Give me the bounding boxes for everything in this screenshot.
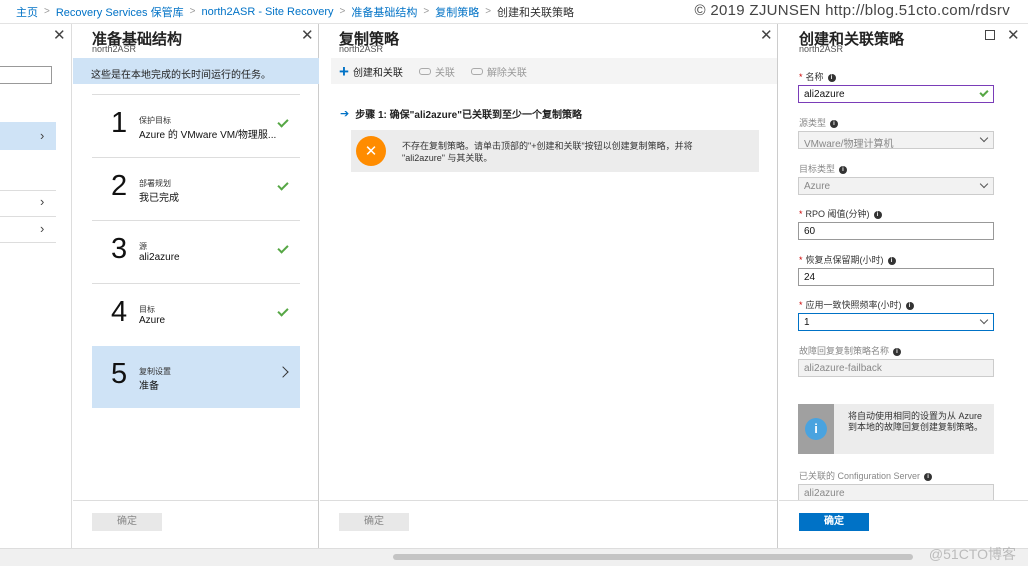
- checkmark-icon: [277, 305, 289, 317]
- ok-button[interactable]: 确定: [339, 513, 409, 531]
- blade-footer: 确定: [779, 500, 1028, 548]
- horizontal-scrollbar[interactable]: [0, 548, 1028, 566]
- collapsed-blade: ✕ › › ›: [0, 24, 72, 548]
- rpo-field[interactable]: 60: [798, 222, 994, 240]
- step-target[interactable]: 4 目标 Azure: [92, 283, 300, 345]
- name-label: * 名称 i: [799, 70, 836, 83]
- breadcrumb-home[interactable]: 主页: [16, 4, 38, 20]
- search-input[interactable]: [0, 66, 52, 84]
- ok-button[interactable]: 确定: [799, 513, 869, 531]
- chevron-right-icon: [277, 366, 289, 378]
- target-type-label: 目标类型 i: [799, 162, 848, 175]
- blade-subtitle: north2ASR: [92, 44, 137, 54]
- replication-policy-blade: 复制策略 north2ASR ✕ + 创建和关联 关联 解除关联 ➔ 步骤 1:…: [320, 24, 778, 548]
- close-icon[interactable]: ✕: [1007, 28, 1020, 43]
- retention-field[interactable]: 24: [798, 268, 994, 286]
- info-banner: 这些是在本地完成的长时间运行的任务。: [73, 58, 319, 84]
- failback-info-box: i 将自动使用相同的设置为从 Azure 到本地的故障回复创建复制策略。: [798, 404, 994, 454]
- toolbar: + 创建和关联 关联 解除关联: [331, 58, 777, 84]
- blade-subtitle: north2ASR: [799, 44, 844, 54]
- close-icon[interactable]: ✕: [760, 28, 773, 43]
- close-icon[interactable]: ✕: [53, 28, 66, 43]
- failback-policy-field[interactable]: ali2azure-failback: [798, 359, 994, 377]
- name-field[interactable]: ali2azure: [798, 85, 994, 103]
- plus-icon: +: [339, 61, 349, 81]
- chevron-right-icon[interactable]: ›: [40, 194, 44, 209]
- retention-label: * 恢复点保留期(小时) i: [799, 253, 896, 266]
- step-source[interactable]: 3 源 ali2azure: [92, 220, 300, 282]
- target-type-select[interactable]: Azure: [798, 177, 994, 195]
- create-associate-button[interactable]: + 创建和关联: [339, 63, 403, 80]
- chevron-down-icon: [979, 179, 989, 189]
- watermark-51cto: @51CTO博客: [928, 546, 1016, 562]
- maximize-icon[interactable]: [985, 30, 995, 40]
- checkmark-icon: [979, 87, 989, 98]
- tools-icon: ✕: [356, 136, 386, 166]
- associate-button[interactable]: 关联: [418, 64, 455, 79]
- breadcrumb-prepare-infra[interactable]: 准备基础结构: [351, 4, 417, 20]
- link-icon: [418, 67, 431, 75]
- snapshot-frequency-label: * 应用一致快照频率(小时) i: [799, 298, 914, 311]
- rpo-label: * RPO 阈值(分钟) i: [799, 207, 882, 220]
- watermark: © 2019 ZJUNSEN http://blog.51cto.com/rds…: [694, 2, 1010, 19]
- dissociate-button[interactable]: 解除关联: [470, 64, 527, 79]
- breadcrumb-site-recovery[interactable]: north2ASR - Site Recovery: [201, 6, 333, 18]
- source-type-select[interactable]: VMware/物理计算机: [798, 131, 994, 150]
- step-deployment-planning[interactable]: 2 部署规划 我已完成: [92, 157, 300, 219]
- prepare-infrastructure-blade: 准备基础结构 north2ASR ✕ 这些是在本地完成的长时间运行的任务。 1 …: [73, 24, 319, 548]
- chevron-right-icon[interactable]: ›: [40, 128, 44, 143]
- source-type-label: 源类型 i: [799, 116, 839, 129]
- snapshot-frequency-select[interactable]: 1: [798, 313, 994, 331]
- blade-footer: 确定: [73, 500, 318, 548]
- breadcrumb-replication-policy[interactable]: 复制策略: [435, 4, 479, 20]
- checkmark-icon: [277, 179, 289, 191]
- scrollbar-thumb[interactable]: [393, 554, 913, 560]
- unlink-icon: [470, 67, 483, 75]
- config-server-label: 已关联的 Configuration Server i: [799, 469, 933, 482]
- failback-policy-label: 故障回复复制策略名称 i: [799, 344, 902, 357]
- chevron-down-icon: [979, 315, 989, 325]
- step-replication-settings[interactable]: 5 复制设置 准备: [92, 346, 300, 408]
- close-icon[interactable]: ✕: [301, 28, 314, 43]
- breadcrumb-vault[interactable]: Recovery Services 保管库: [56, 4, 184, 20]
- ok-button[interactable]: 确定: [92, 513, 162, 531]
- info-icon: i: [805, 418, 827, 440]
- blade-footer: 确定: [320, 500, 777, 548]
- create-associate-policy-blade: 创建和关联策略 north2ASR ✕ * 名称 i ali2azure 源类型 i …: [779, 24, 1028, 548]
- checkmark-icon: [277, 116, 289, 128]
- chevron-down-icon: [979, 133, 989, 143]
- chevron-right-icon[interactable]: ›: [40, 221, 44, 236]
- step-heading: ➔ 步骤 1: 确保"ali2azure"已关联到至少一个复制策略: [340, 108, 582, 121]
- blade-subtitle: north2ASR: [339, 44, 384, 54]
- selected-row[interactable]: [0, 122, 56, 150]
- checkmark-icon: [277, 242, 289, 254]
- no-policy-notice: ✕ 不存在复制策略。请单击顶部的"+创建和关联"按钮以创建复制策略，并将 "al…: [351, 130, 759, 172]
- step-protection-goal[interactable]: 1 保护目标 Azure 的 VMware VM/物理服...: [92, 94, 300, 156]
- breadcrumb-current: 创建和关联策略: [497, 6, 575, 19]
- arrow-right-icon: ➔: [340, 108, 350, 120]
